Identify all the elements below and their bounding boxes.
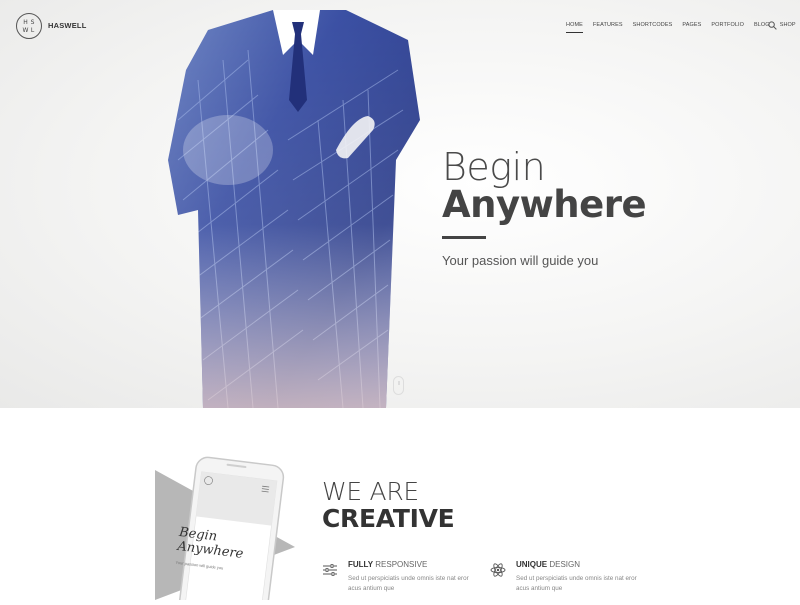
nav-home[interactable]: HOME xyxy=(566,22,583,33)
feature-title-bold: UNIQUE xyxy=(516,560,548,569)
logo-letter: S xyxy=(30,19,35,26)
phone-illustration xyxy=(150,455,300,605)
search-icon[interactable] xyxy=(768,21,777,30)
section-title-light: WE ARE xyxy=(322,477,419,506)
hero-divider xyxy=(442,236,486,239)
nav-shortcodes[interactable]: SHORTCODES xyxy=(633,22,673,32)
logo-name[interactable]: HASWELL xyxy=(48,21,86,30)
feature-title-light: RESPONSIVE xyxy=(373,560,428,569)
logo-mark[interactable]: H S W L xyxy=(16,13,42,39)
feature-title: UNIQUE DESIGN xyxy=(516,560,580,569)
nav-features[interactable]: FEATURES xyxy=(593,22,623,32)
hero-subtitle: Your passion will guide you xyxy=(442,253,599,268)
phone-graphic xyxy=(155,456,295,605)
feature-title: FULLY RESPONSIVE xyxy=(348,560,427,569)
scroll-down-icon[interactable] xyxy=(393,376,404,395)
logo-letter: W xyxy=(22,27,29,34)
logo-letter: L xyxy=(30,27,35,34)
nav-portfolio[interactable]: PORTFOLIO xyxy=(711,22,744,32)
hero-title-light: Begin xyxy=(442,145,546,189)
feature-description: Sed ut perspiciatis unde omnis iste nat … xyxy=(348,575,469,592)
atom-icon xyxy=(490,563,506,577)
section-title-bold: CREATIVE xyxy=(322,504,455,533)
hero-title-bold: Anywhere xyxy=(442,183,647,226)
section-heading: WE ARE CREATIVE xyxy=(322,477,455,533)
sliders-icon xyxy=(323,564,337,576)
phone-screen-text: Begin Anywhere Your passion will guide y… xyxy=(175,525,245,573)
feature-description: Sed ut perspiciatis unde omnis iste nat … xyxy=(516,575,637,592)
nav-shop[interactable]: SHOP xyxy=(780,22,796,32)
feature-title-bold: FULLY xyxy=(348,560,374,569)
hero-section: H S W L HASWELL HOME FEATURES SHORTCODES… xyxy=(0,0,800,408)
nav-pages[interactable]: PAGES xyxy=(682,22,701,32)
feature-title-light: DESIGN xyxy=(547,560,581,569)
logo-letter: H xyxy=(23,19,28,26)
hero-heading-group: Begin Anywhere Your passion will guide y… xyxy=(442,145,647,268)
businessman-image xyxy=(168,10,420,408)
main-nav: HOME FEATURES SHORTCODES PAGES PORTFOLIO… xyxy=(566,22,800,33)
